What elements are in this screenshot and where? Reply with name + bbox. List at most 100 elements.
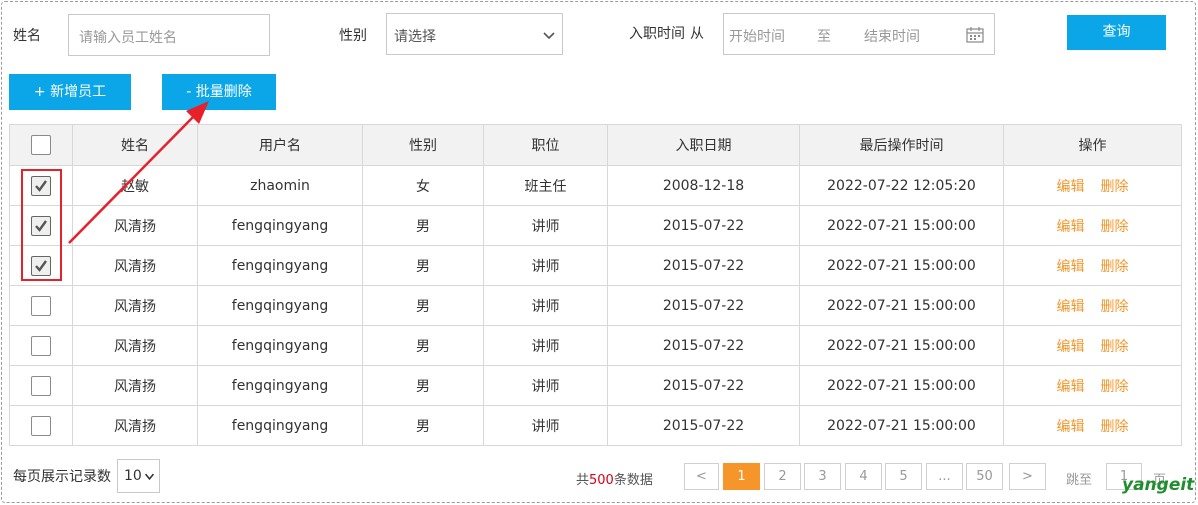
date-end-input[interactable]: 结束时间 [864, 26, 920, 46]
add-employee-button[interactable]: + 新增员工 [9, 74, 131, 110]
delete-link[interactable]: 删除 [1101, 179, 1129, 195]
watermark-logo: yangeit [1122, 475, 1195, 495]
name-search-input[interactable]: 请输入员工姓名 [68, 14, 270, 56]
cell-name: 风清扬 [72, 205, 198, 246]
cell-position: 讲师 [483, 245, 608, 286]
column-header-name[interactable]: 姓名 [72, 124, 198, 166]
cell-gender: 男 [362, 325, 484, 366]
delete-link[interactable]: 删除 [1101, 339, 1129, 355]
edit-link[interactable]: 编辑 [1057, 179, 1085, 195]
chevron-down-icon [144, 473, 155, 481]
page-button-4[interactable]: 4 [845, 463, 882, 490]
edit-link[interactable]: 编辑 [1057, 419, 1085, 435]
chevron-down-icon [543, 32, 555, 40]
page-button-50[interactable]: 50 [966, 463, 1003, 490]
cell-position: 讲师 [483, 285, 608, 326]
column-header-position[interactable]: 职位 [483, 124, 608, 166]
column-header-hire-date[interactable]: 入职日期 [607, 124, 800, 166]
cell-gender: 男 [362, 365, 484, 406]
name-search-placeholder: 请输入员工姓名 [79, 30, 177, 46]
cell-actions: 编辑 删除 [1003, 405, 1182, 446]
cell-hire-date: 2015-07-22 [607, 405, 800, 446]
row-select-cell [9, 325, 73, 366]
date-start-input[interactable]: 开始时间 [729, 26, 785, 46]
cell-username: zhaomin [197, 165, 363, 206]
total-records-text: 共500条数据 [576, 469, 653, 488]
delete-link[interactable]: 删除 [1101, 299, 1129, 315]
prev-page-button[interactable]: < [684, 463, 719, 490]
cell-hire-date: 2015-07-22 [607, 245, 800, 286]
batch-delete-button[interactable]: - 批量删除 [162, 74, 276, 110]
delete-link[interactable]: 删除 [1101, 379, 1129, 395]
per-page-select[interactable]: 10 [117, 459, 160, 493]
cell-gender: 男 [362, 285, 484, 326]
gender-select-value: 请选择 [394, 29, 436, 45]
gender-select[interactable]: 请选择 [386, 13, 563, 55]
table-row: 风清扬 fengqingyang 男讲师 2015-07-22 2022-07-21 1… [9, 245, 1182, 286]
cell-name: 风清扬 [72, 285, 198, 326]
table-row: 赵敏 zhaomin 女班主任 2008-12-18 2022-07-22 12:05:… [9, 165, 1182, 206]
column-header-username[interactable]: 用户名 [197, 124, 363, 166]
row-checkbox[interactable] [31, 375, 51, 396]
delete-link[interactable]: 删除 [1101, 259, 1129, 275]
row-checkbox[interactable] [31, 295, 51, 316]
edit-link[interactable]: 编辑 [1057, 339, 1085, 355]
cell-hire-date: 2008-12-18 [607, 165, 800, 206]
cell-gender: 女 [362, 165, 484, 206]
cell-name: 赵敏 [72, 165, 198, 206]
checked-rows-highlight-box [21, 169, 62, 281]
table-row: 风清扬 fengqingyang 男讲师 2015-07-22 2022-07-21 1… [9, 205, 1182, 246]
hire-date-label: 入职时间 [629, 26, 685, 42]
cell-actions: 编辑 删除 [1003, 285, 1182, 326]
table-row: 风清扬 fengqingyang 男讲师 2015-07-22 2022-07-21 1… [9, 365, 1182, 406]
gender-label: 性别 [339, 28, 367, 44]
table-row: 风清扬 fengqingyang 男讲师 2015-07-22 2022-07-21 1… [9, 285, 1182, 326]
per-page-value: 10 [124, 468, 142, 484]
query-button[interactable]: 查询 [1067, 15, 1166, 50]
cell-position: 讲师 [483, 325, 608, 366]
cell-username: fengqingyang [197, 285, 363, 326]
row-checkbox[interactable] [31, 415, 51, 436]
edit-link[interactable]: 编辑 [1057, 259, 1085, 275]
cell-username: fengqingyang [197, 325, 363, 366]
cell-name: 风清扬 [72, 365, 198, 406]
select-all-checkbox[interactable] [31, 135, 51, 155]
next-page-button[interactable]: > [1009, 463, 1046, 490]
cell-name: 风清扬 [72, 245, 198, 286]
page-button-1[interactable]: 1 [723, 463, 760, 490]
cell-hire-date: 2015-07-22 [607, 205, 800, 246]
row-select-cell [9, 405, 73, 446]
cell-actions: 编辑 删除 [1003, 245, 1182, 286]
row-checkbox[interactable] [31, 335, 51, 356]
delete-link[interactable]: 删除 [1101, 219, 1129, 235]
cell-username: fengqingyang [197, 405, 363, 446]
delete-link[interactable]: 删除 [1101, 419, 1129, 435]
cell-actions: 编辑 删除 [1003, 165, 1182, 206]
cell-hire-date: 2015-07-22 [607, 365, 800, 406]
cell-username: fengqingyang [197, 365, 363, 406]
page-button-2[interactable]: 2 [764, 463, 801, 490]
employee-table: 姓名 用户名 性别 职位 入职日期 最后操作时间 操作 赵敏 zhaomin 女班主… [9, 124, 1182, 446]
cell-name: 风清扬 [72, 325, 198, 366]
edit-link[interactable]: 编辑 [1057, 299, 1085, 315]
page-button-5[interactable]: 5 [885, 463, 922, 490]
column-header-actions: 操作 [1003, 124, 1182, 166]
cell-last-op-time: 2022-07-21 15:00:00 [799, 325, 1004, 366]
edit-link[interactable]: 编辑 [1057, 379, 1085, 395]
total-prefix: 共 [576, 473, 590, 488]
page-button-3[interactable]: 3 [804, 463, 841, 490]
calendar-icon[interactable] [966, 26, 984, 43]
cell-position: 讲师 [483, 205, 608, 246]
column-header-last-op-time[interactable]: 最后操作时间 [799, 124, 1004, 166]
table-row: 风清扬 fengqingyang 男讲师 2015-07-22 2022-07-21 1… [9, 405, 1182, 446]
cell-position: 讲师 [483, 405, 608, 446]
edit-link[interactable]: 编辑 [1057, 219, 1085, 235]
cell-last-op-time: 2022-07-21 15:00:00 [799, 405, 1004, 446]
cell-gender: 男 [362, 405, 484, 446]
cell-last-op-time: 2022-07-22 12:05:20 [799, 165, 1004, 206]
date-range-picker[interactable]: 开始时间 至 结束时间 [723, 13, 995, 55]
table-row: 风清扬 fengqingyang 男讲师 2015-07-22 2022-07-21 1… [9, 325, 1182, 366]
page-ellipsis: ... [926, 463, 963, 490]
cell-last-op-time: 2022-07-21 15:00:00 [799, 205, 1004, 246]
column-header-gender[interactable]: 性别 [362, 124, 484, 166]
